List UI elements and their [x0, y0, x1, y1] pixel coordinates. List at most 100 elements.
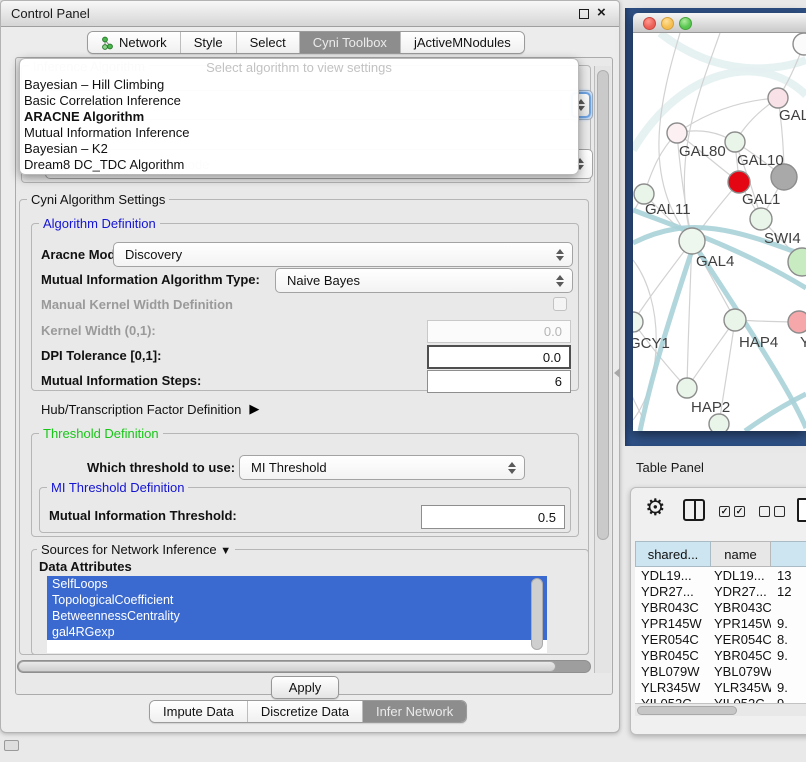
mi-type-combo[interactable]: Naive Bayes [275, 268, 573, 293]
algorithm-dropdown-popup: Select algorithm to view settings Bayesi… [19, 58, 579, 175]
collapsed-panel-icon[interactable] [4, 740, 19, 751]
attribute-item-selfloops[interactable]: SelfLoops [47, 576, 547, 592]
node-red[interactable] [728, 171, 750, 193]
unchecked-checkbox-icon[interactable] [759, 506, 770, 517]
node-salmon[interactable] [788, 311, 806, 333]
table-scrollbar-thumb[interactable] [637, 706, 737, 715]
table-row[interactable]: YDL19...YDL19...13 [635, 567, 806, 583]
table-row[interactable]: YER054CYER054C8. [635, 631, 806, 647]
apply-button[interactable]: Apply [271, 676, 339, 699]
node-gal10[interactable] [725, 132, 745, 152]
data-attributes-list: SelfLoopsTopologicalCoefficientBetweenne… [47, 576, 547, 653]
hub-definition-toggle[interactable]: Hub/Transcription Factor Definition ▶ [41, 401, 259, 417]
node-hap2[interactable] [677, 378, 697, 398]
attribute-item-gal4rgexp[interactable]: gal4RGexp [47, 624, 547, 640]
node-gal1[interactable] [750, 208, 772, 230]
table-cell: YBL079W [711, 664, 771, 679]
node-gal-pink[interactable] [768, 88, 788, 108]
popup-item-aracne-algorithm[interactable]: ARACNE Algorithm [20, 109, 578, 125]
mi-steps-field[interactable]: 6 [427, 370, 571, 393]
which-threshold-label: Which threshold to use: [87, 460, 235, 475]
checked-checkbox-icon[interactable]: ✓ [734, 506, 745, 517]
column-header-name[interactable]: name [711, 541, 771, 567]
vertical-scrollbar-thumb[interactable] [597, 70, 609, 540]
network-canvas[interactable]: GALGAL80GAL10GAL1GAL11SWI4GAL4GCY1HAP4YH… [633, 33, 806, 431]
close-traffic-light[interactable] [643, 17, 656, 30]
network-window-titlebar[interactable] [633, 13, 806, 33]
column-header-3[interactable] [771, 541, 806, 567]
network-edge [660, 33, 806, 68]
table-row[interactable]: YDR27...YDR27...12 [635, 583, 806, 599]
sources-group-title[interactable]: Sources for Network Inference ▼ [37, 542, 235, 557]
table-toolbar: ⚙ ✓ ✓ [631, 488, 806, 538]
table-body: YDL19...YDL19...13YDR27...YDR27...12YBR0… [635, 567, 806, 704]
popup-item-bayesian-k2[interactable]: Bayesian – K2 [20, 141, 578, 157]
tab-label: Infer Network [376, 704, 453, 719]
control-panel-tabbar: Network Style SelectCyni ToolboxjActiveMNo… [87, 31, 525, 54]
table-cell: YBR043C [635, 600, 711, 615]
horizontal-scrollbar-thumb[interactable] [18, 661, 556, 672]
popup-item-mutual-information-inference[interactable]: Mutual Information Inference [20, 125, 578, 141]
table-row[interactable]: YLR345WYLR345W9. [635, 679, 806, 695]
settings-vertical-scrollbar[interactable] [594, 66, 611, 673]
kernel-width-field[interactable]: 0.0 [427, 320, 571, 343]
tab-jactivemnodules[interactable]: jActiveMNodules [400, 32, 524, 53]
zoom-traffic-light[interactable] [679, 17, 692, 30]
algorithm-list: Bayesian – Hill ClimbingBasic Correlatio… [20, 77, 578, 173]
node-label-swi4: SWI4 [764, 230, 801, 247]
table-cell: YBR045C [711, 648, 771, 663]
node-top-right[interactable] [793, 33, 806, 55]
tab-style[interactable]: Style [180, 32, 236, 53]
mi-threshold-definition-title: MI Threshold Definition [47, 480, 188, 495]
attributes-list-scrollbar[interactable] [531, 578, 543, 650]
popup-item-basic-correlation-inference[interactable]: Basic Correlation Inference [20, 93, 578, 109]
tab-network[interactable]: Network [88, 32, 180, 53]
minimize-traffic-light[interactable] [661, 17, 674, 30]
settings-horizontal-scrollbar[interactable] [17, 660, 591, 673]
node-label-gcy1: GCY1 [633, 335, 670, 352]
node-gal4[interactable] [679, 228, 705, 254]
tab-discretize-data[interactable]: Discretize Data [247, 701, 362, 722]
table-row[interactable]: YBR043CYBR043C [635, 599, 806, 615]
which-threshold-combo[interactable]: MI Threshold [239, 455, 525, 480]
checked-checkbox-icon[interactable]: ✓ [719, 506, 730, 517]
threshold-definition-title: Threshold Definition [39, 426, 163, 441]
node-bottom[interactable] [709, 414, 729, 431]
attribute-item-betweennesscentrality[interactable]: BetweennessCentrality [47, 608, 547, 624]
gear-icon[interactable]: ⚙ [645, 494, 666, 521]
table-cell: 13 [771, 568, 806, 583]
attribute-item-topologicalcoefficient[interactable]: TopologicalCoefficient [47, 592, 547, 608]
mi-threshold-field[interactable]: 0.5 [421, 505, 565, 529]
table-row[interactable]: YPR145WYPR145W9. [635, 615, 806, 631]
panel-divider-handle[interactable] [614, 368, 620, 378]
combo-spinner-icon [551, 275, 568, 287]
table-row[interactable]: YBR045CYBR045C9. [635, 647, 806, 663]
node-gal80[interactable] [667, 123, 687, 143]
node-hap4[interactable] [724, 309, 746, 331]
file-icon[interactable] [797, 498, 806, 522]
aracne-mode-combo[interactable]: Discovery [113, 242, 573, 267]
columns-icon[interactable] [683, 499, 705, 521]
column-header-shared[interactable]: shared... [635, 541, 711, 567]
table-row[interactable]: YBL079WYBL079W [635, 663, 806, 679]
control-panel-titlebar[interactable]: Control Panel × [1, 1, 619, 27]
table-cell: YBL079W [635, 664, 711, 679]
popup-item-bayesian-hill-climbing[interactable]: Bayesian – Hill Climbing [20, 77, 578, 93]
table-cell: YBR043C [711, 600, 771, 615]
float-window-icon[interactable] [579, 9, 589, 19]
node-label-hap4: HAP4 [739, 334, 778, 351]
table-cell: YER054C [711, 632, 771, 647]
tab-label: Style [194, 35, 223, 50]
unchecked-checkbox-icon[interactable] [774, 506, 785, 517]
table-horizontal-scrollbar[interactable] [635, 703, 806, 716]
table-cell: YBR045C [635, 648, 711, 663]
tab-select[interactable]: Select [236, 32, 299, 53]
dpi-tolerance-field[interactable]: 0.0 [427, 345, 571, 369]
popup-item-dream8-dc-tdc-algorithm[interactable]: Dream8 DC_TDC Algorithm [20, 157, 578, 173]
tab-infer-network[interactable]: Infer Network [362, 701, 466, 722]
tab-cyni-toolbox[interactable]: Cyni Toolbox [299, 32, 400, 53]
close-icon[interactable]: × [597, 4, 606, 21]
tab-impute-data[interactable]: Impute Data [150, 701, 247, 722]
node-gcy1[interactable] [633, 312, 643, 332]
manual-kernel-checkbox[interactable] [553, 297, 567, 311]
